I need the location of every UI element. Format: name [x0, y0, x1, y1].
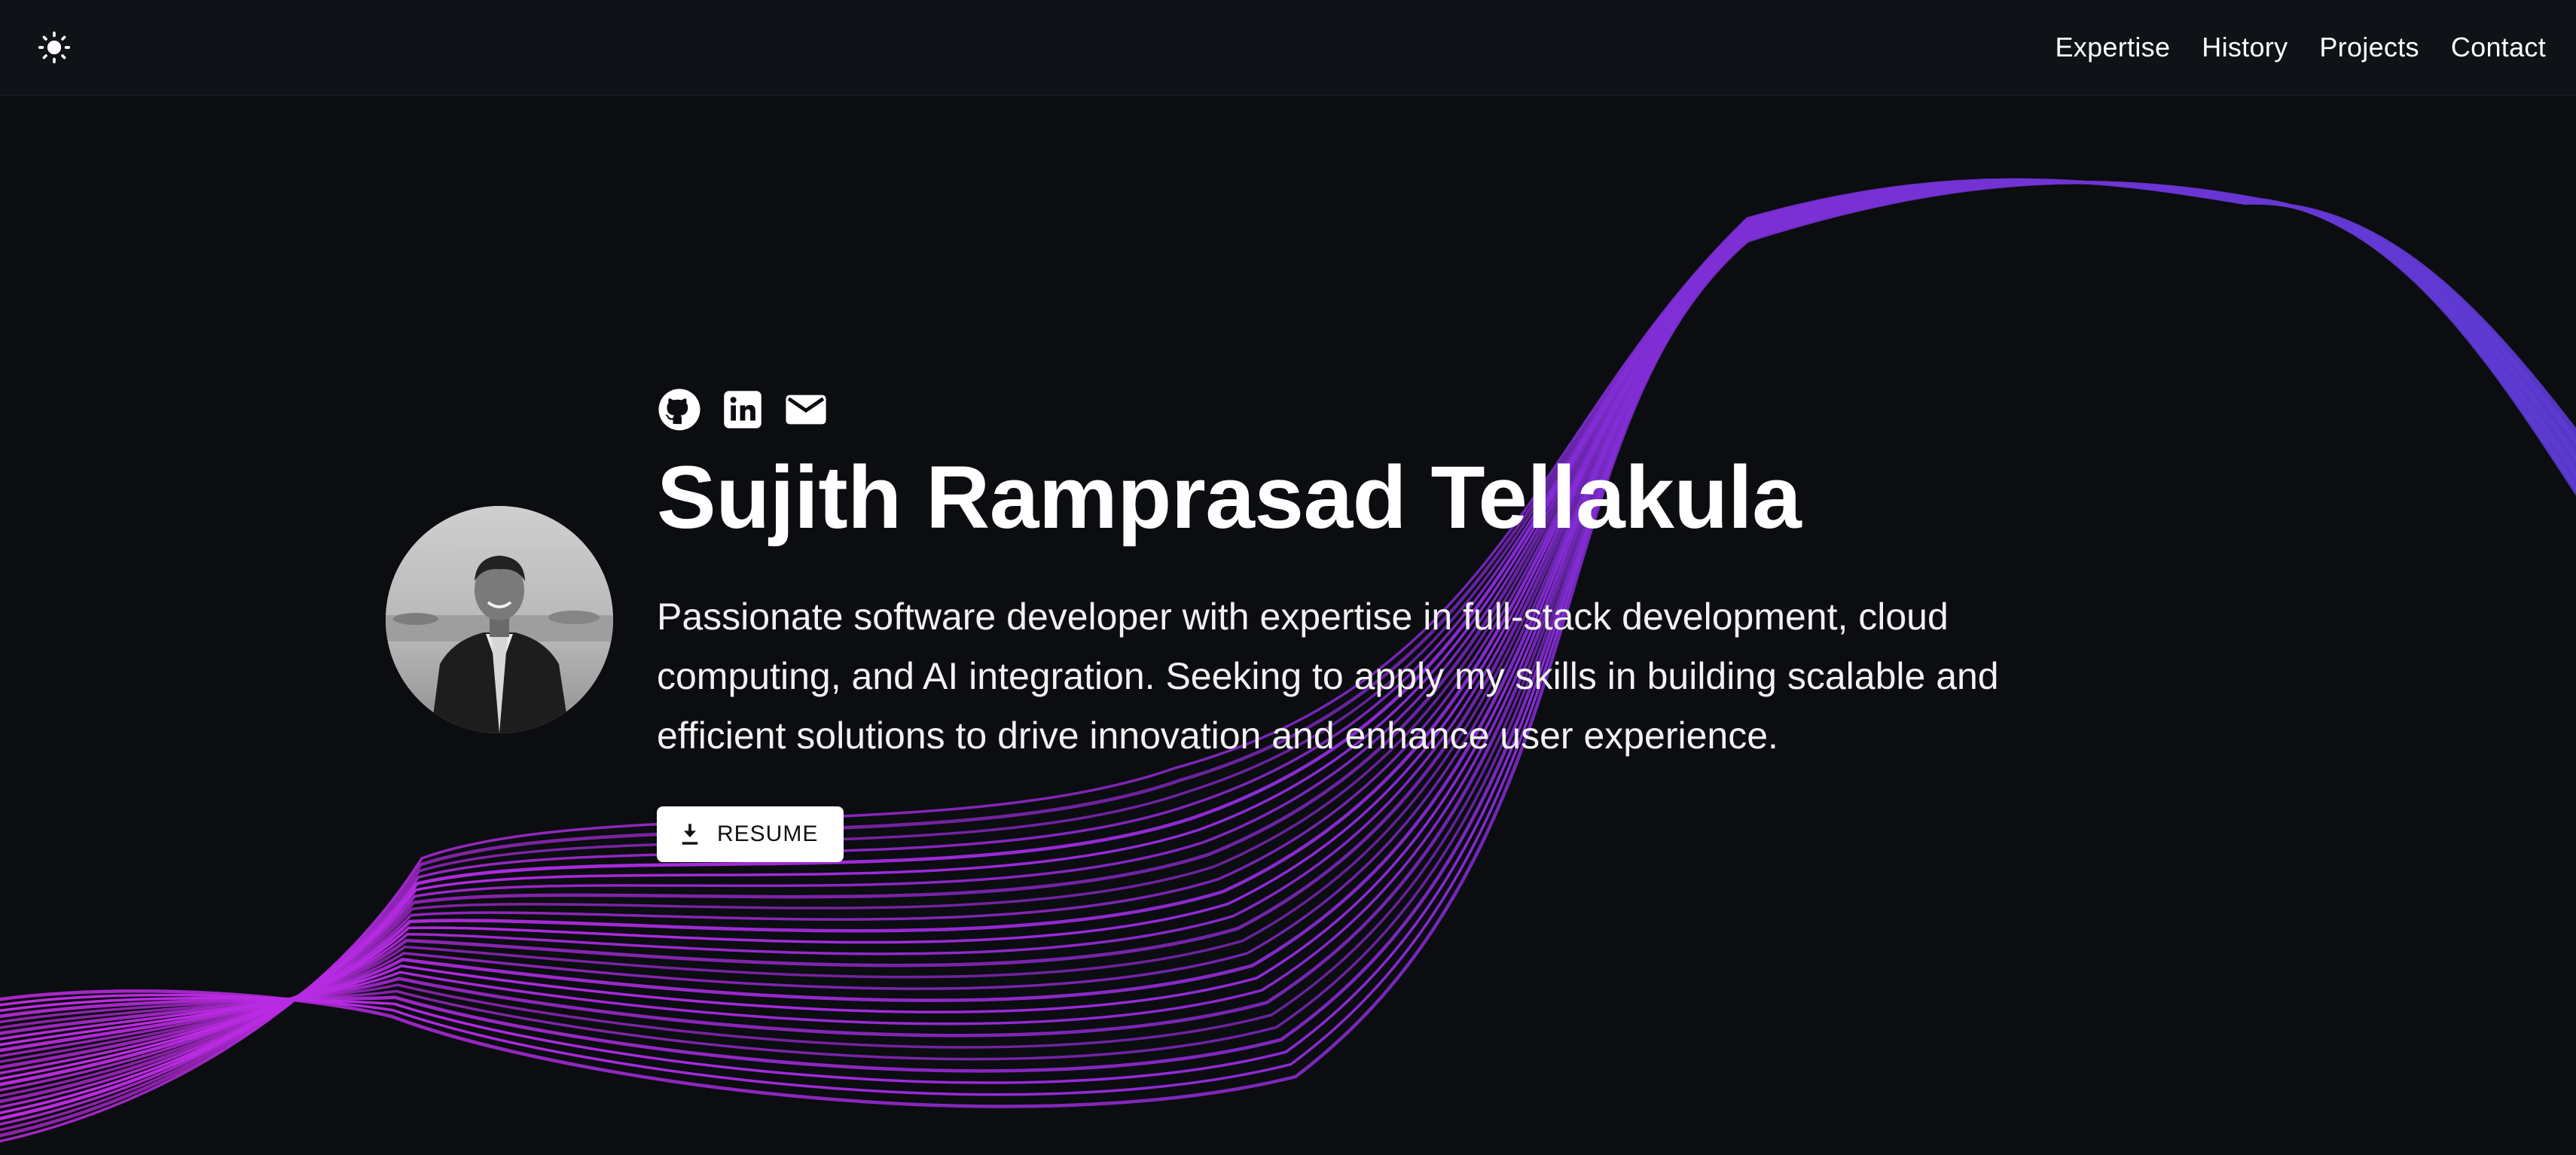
- mail-link[interactable]: [783, 387, 829, 432]
- profile-summary: Passionate software developer with exper…: [657, 596, 1999, 757]
- resume-download-button[interactable]: RESUME: [657, 806, 844, 862]
- mail-icon: [786, 395, 826, 425]
- top-navbar: Expertise History Projects Contact: [0, 0, 2576, 96]
- nav-link-projects[interactable]: Projects: [2319, 32, 2419, 63]
- github-link[interactable]: [657, 387, 702, 432]
- avatar: [386, 506, 613, 733]
- social-links: [657, 387, 829, 432]
- nav-link-history[interactable]: History: [2202, 32, 2288, 63]
- download-icon: [682, 824, 698, 845]
- nav-link-contact[interactable]: Contact: [2451, 32, 2546, 63]
- theme-toggle-button[interactable]: [33, 26, 75, 69]
- page-title: Sujith Ramprasad Tellakula: [657, 448, 1802, 547]
- linkedin-icon: [724, 391, 762, 428]
- profile-photo: [386, 506, 613, 733]
- resume-button-label: RESUME: [717, 821, 819, 846]
- linkedin-link[interactable]: [720, 387, 765, 432]
- hero-section: Sujith Ramprasad Tellakula Passionate so…: [0, 0, 2576, 1155]
- nav-link-expertise[interactable]: Expertise: [2056, 32, 2171, 63]
- github-icon: [658, 389, 700, 431]
- sun-icon: [38, 31, 71, 64]
- nav-links: Expertise History Projects Contact: [2056, 32, 2547, 63]
